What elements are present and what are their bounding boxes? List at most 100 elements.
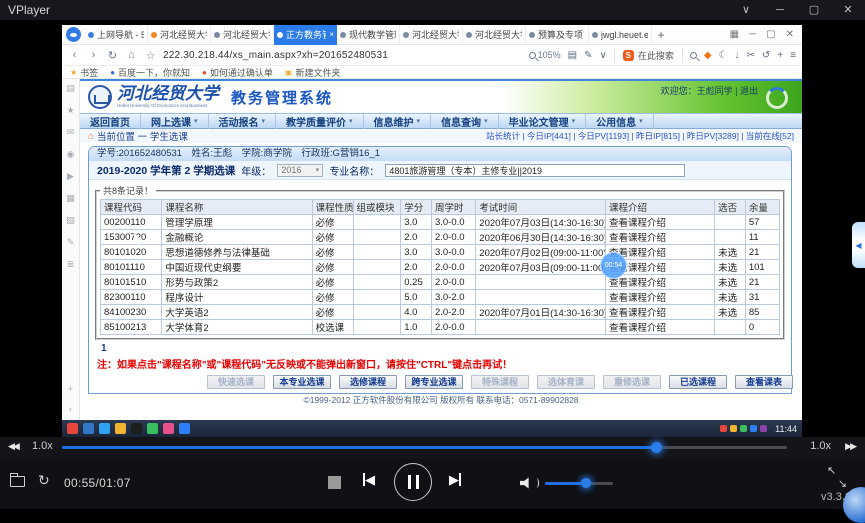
course-code-link[interactable]: 80101510 bbox=[101, 275, 162, 290]
bookmark-item[interactable]: ★ 书签 bbox=[70, 66, 98, 79]
nav-menu-item[interactable]: 信息维护 ▾ bbox=[364, 114, 432, 129]
loop-icon[interactable]: ↻ bbox=[38, 472, 50, 489]
taskbar-app-icon[interactable] bbox=[83, 423, 94, 434]
pause-button[interactable] bbox=[394, 463, 432, 501]
browser-maximize-icon[interactable]: ▢ bbox=[766, 29, 775, 40]
side-panel-bottom-icon[interactable]: ‹ bbox=[69, 404, 72, 414]
bookmark-item[interactable]: ● 如何通过确认单 bbox=[202, 66, 273, 79]
forward-icon[interactable]: › bbox=[87, 49, 100, 61]
browser-search-box[interactable]: S 在此搜索 bbox=[614, 48, 683, 63]
history-icon[interactable]: ↺ bbox=[762, 50, 770, 61]
browser-minimize-icon[interactable]: ─ bbox=[749, 29, 756, 40]
side-panel-icon[interactable]: ▦ bbox=[66, 193, 75, 204]
screenshot-scissors-icon[interactable]: ✂ bbox=[747, 50, 755, 61]
browser-tab[interactable]: 河北经贸大学 bbox=[400, 25, 463, 45]
browser-tab[interactable]: 河北经贸大学 bbox=[148, 25, 211, 45]
address-bar[interactable]: 222.30.218.44/xs_main.aspx?xh=2016524805… bbox=[163, 50, 388, 61]
course-name-link[interactable]: 大学英语2 bbox=[162, 305, 312, 320]
side-panel-icon[interactable]: ◉ bbox=[67, 149, 75, 160]
course-intro-link[interactable]: 查看课程介绍 bbox=[605, 320, 714, 335]
action-button[interactable]: 已选课程 bbox=[669, 375, 727, 389]
bookmark-item[interactable]: ● 百度一下，你就知 bbox=[110, 66, 190, 79]
zoom-control[interactable]: 105% bbox=[529, 50, 561, 60]
major-input[interactable] bbox=[385, 164, 685, 177]
new-tab-button[interactable]: + bbox=[652, 28, 670, 42]
previous-button[interactable]: ◀ bbox=[363, 473, 375, 486]
course-name-link[interactable]: 金融概论 bbox=[162, 230, 312, 245]
edit-icon[interactable]: ✎ bbox=[584, 50, 592, 61]
taskbar-app-icon[interactable] bbox=[99, 423, 110, 434]
side-panel-icon[interactable]: ≣ bbox=[67, 259, 75, 270]
grade-select[interactable]: 2016 ▾ bbox=[277, 164, 323, 177]
close-icon[interactable]: ✕ bbox=[831, 0, 865, 20]
taskbar-app-icon[interactable] bbox=[147, 423, 158, 434]
course-code-link[interactable]: 85100213 bbox=[101, 320, 162, 335]
course-intro-link[interactable]: 查看课程介绍 bbox=[605, 230, 714, 245]
tray-icon[interactable] bbox=[740, 425, 747, 432]
course-name-link[interactable]: 程序设计 bbox=[162, 290, 312, 305]
side-panel-icon[interactable]: ★ bbox=[66, 105, 74, 116]
rewind-icon[interactable]: ◀◀ bbox=[8, 441, 18, 452]
course-name-link[interactable]: 思想道德修养与法律基础 bbox=[162, 245, 312, 260]
taskbar-app-icon[interactable] bbox=[115, 423, 126, 434]
home-icon[interactable]: ⌂ bbox=[125, 49, 138, 61]
action-button[interactable]: 重修选课 bbox=[603, 375, 661, 389]
side-panel-icon[interactable]: ▤ bbox=[66, 83, 75, 94]
course-intro-link[interactable]: 查看课程介绍 bbox=[605, 215, 714, 230]
nav-menu-item[interactable]: 毕业论文管理 ▾ bbox=[499, 114, 587, 129]
action-button[interactable]: 快速选课 bbox=[207, 375, 265, 389]
course-code-link[interactable]: 00200110 bbox=[101, 215, 162, 230]
course-intro-link[interactable]: 查看课程介绍 bbox=[605, 305, 714, 320]
action-button[interactable]: 本专业选课 bbox=[273, 375, 331, 389]
browser-tab[interactable]: 正方教务管理 × bbox=[274, 25, 337, 45]
find-icon[interactable] bbox=[690, 52, 697, 59]
speed-up-label[interactable]: 1.0x bbox=[810, 440, 831, 452]
nav-menu-item[interactable]: 公用信息 ▾ bbox=[586, 114, 654, 129]
fast-forward-icon[interactable]: ▶▶ bbox=[845, 441, 855, 452]
action-button[interactable]: 跨专业选课 bbox=[405, 375, 463, 389]
browser-tab[interactable]: 现代教学管理 bbox=[337, 25, 400, 45]
maximize-icon[interactable]: ▢ bbox=[797, 0, 831, 20]
browser-tab[interactable]: 河北经贸大学 bbox=[463, 25, 526, 45]
browser-tab[interactable]: 预算及专项 bbox=[526, 25, 589, 45]
browser-close-icon[interactable]: ✕ bbox=[786, 29, 794, 40]
minimize-icon[interactable]: ─ bbox=[763, 0, 797, 20]
course-code-link[interactable]: 82300110 bbox=[101, 290, 162, 305]
course-code-link[interactable]: 80101110 bbox=[101, 260, 162, 275]
download-icon[interactable]: ↓ bbox=[735, 50, 740, 61]
course-code-link[interactable]: 84100230 bbox=[101, 305, 162, 320]
course-intro-link[interactable]: 查看课程介绍 bbox=[605, 290, 714, 305]
course-name-link[interactable]: 管理学原理 bbox=[162, 215, 312, 230]
side-panel-icon[interactable]: ✉ bbox=[67, 127, 75, 138]
taskbar-app-icon[interactable] bbox=[67, 423, 78, 434]
video-display[interactable]: 上网导航 - 51 河北经贸大学 河北经贸大学 bbox=[0, 20, 865, 437]
seek-bar[interactable] bbox=[62, 446, 787, 449]
tab-close-icon[interactable]: × bbox=[329, 30, 334, 39]
course-code-link[interactable]: 80101020 bbox=[101, 245, 162, 260]
extension-icon[interactable]: ◆ bbox=[704, 50, 712, 61]
chevron-down-icon[interactable]: ∨ bbox=[600, 50, 607, 61]
action-button[interactable]: 选体育课 bbox=[537, 375, 595, 389]
nav-menu-item[interactable]: 教学质量评价 ▾ bbox=[276, 114, 364, 129]
tray-icon[interactable] bbox=[760, 425, 767, 432]
volume-handle[interactable] bbox=[581, 478, 591, 488]
nav-menu-item[interactable]: 返回首页 ▾ bbox=[80, 114, 141, 129]
bookmark-item[interactable]: ▣ 新建文件夹 bbox=[285, 66, 341, 79]
seek-handle[interactable] bbox=[651, 442, 662, 453]
page-number[interactable]: 1 bbox=[89, 342, 791, 355]
action-button[interactable]: 特殊课程 bbox=[471, 375, 529, 389]
playlist-toggle-handle[interactable]: ◀ bbox=[852, 222, 865, 268]
side-panel-icon[interactable]: ▧ bbox=[66, 215, 75, 226]
tile-windows-icon[interactable]: ▦ bbox=[730, 29, 739, 40]
nav-menu-item[interactable]: 活动报名 ▾ bbox=[209, 114, 277, 129]
open-file-icon[interactable] bbox=[10, 476, 25, 487]
night-mode-icon[interactable]: ☾ bbox=[719, 50, 728, 61]
course-name-link[interactable]: 大学体育2 bbox=[162, 320, 312, 335]
back-icon[interactable]: ‹ bbox=[68, 49, 81, 61]
add-icon[interactable]: + bbox=[777, 50, 783, 61]
bookmark-star-icon[interactable]: ☆ bbox=[144, 49, 157, 62]
welcome-text[interactable]: 欢迎您：王彪同学 | 退出 bbox=[661, 84, 758, 97]
site-stats[interactable]: 站长统计 | 今日IP[441] | 今日PV[1193] | 昨日IP[815… bbox=[486, 130, 794, 142]
taskbar-app-icon[interactable] bbox=[179, 423, 190, 434]
reader-mode-icon[interactable]: ▤ bbox=[568, 50, 577, 61]
